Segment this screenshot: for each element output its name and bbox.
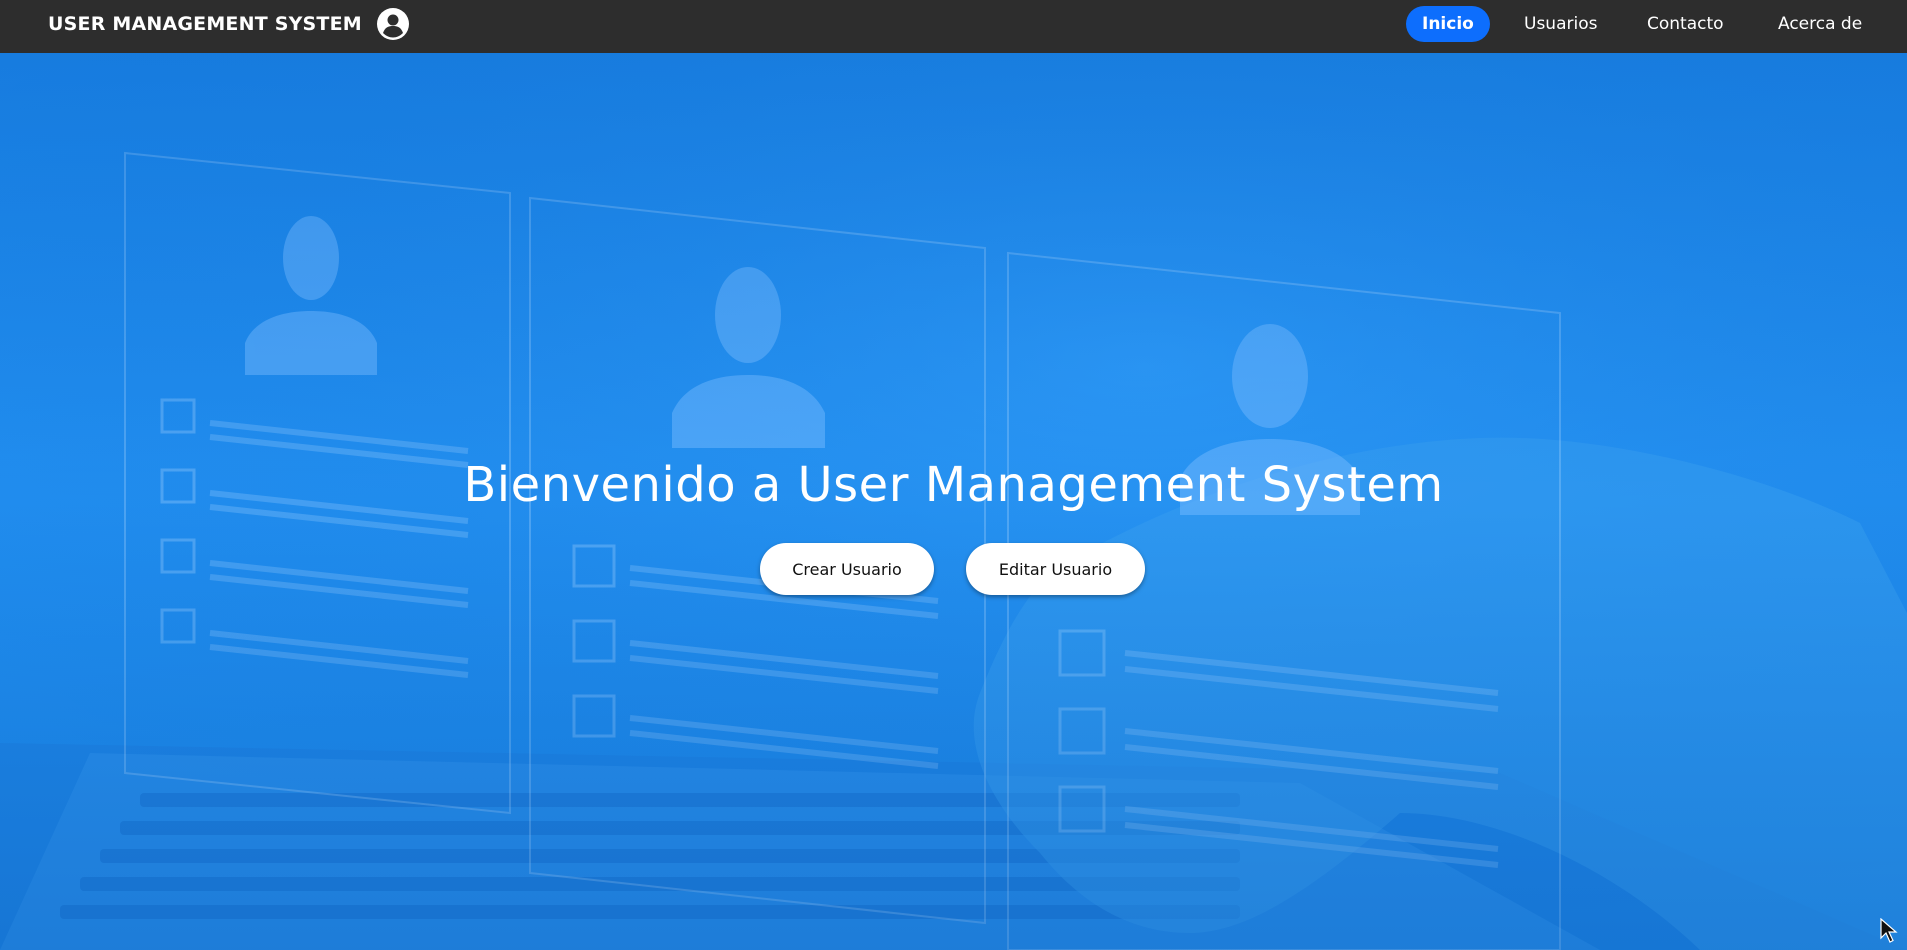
top-navbar: USER MANAGEMENT SYSTEM Inicio Usuarios C… bbox=[0, 0, 1907, 53]
hero-section: Bienvenido a User Management System bbox=[0, 53, 1907, 950]
nav-link-usuarios[interactable]: Usuarios bbox=[1524, 6, 1597, 42]
user-circle-icon bbox=[376, 8, 409, 40]
create-user-button[interactable]: Crear Usuario bbox=[760, 543, 934, 595]
mouse-cursor-icon bbox=[1880, 918, 1898, 943]
hero-title: Bienvenido a User Management System bbox=[463, 457, 1444, 513]
nav-link-inicio[interactable]: Inicio bbox=[1406, 6, 1490, 42]
nav-link-contacto[interactable]: Contacto bbox=[1647, 6, 1724, 42]
nav-link-acerca-de[interactable]: Acerca de bbox=[1778, 6, 1862, 42]
brand-title: USER MANAGEMENT SYSTEM bbox=[48, 13, 362, 35]
edit-user-button[interactable]: Editar Usuario bbox=[966, 543, 1145, 595]
brand[interactable]: USER MANAGEMENT SYSTEM bbox=[48, 0, 410, 48]
